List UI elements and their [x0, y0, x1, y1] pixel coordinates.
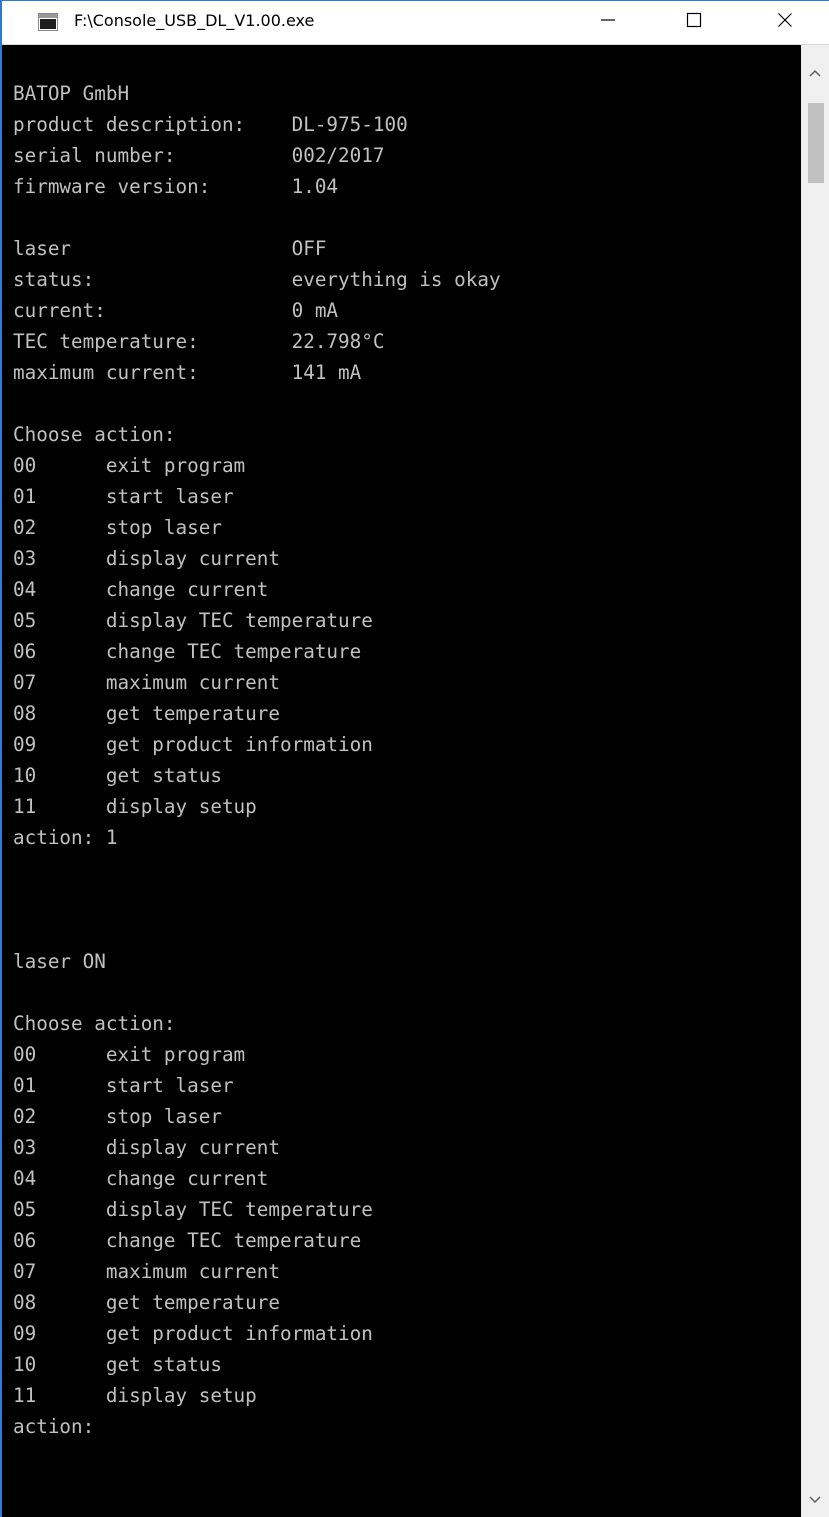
console-line: 10 get status — [13, 764, 222, 787]
console-line: BATOP GmbH — [13, 82, 130, 105]
close-button[interactable] — [750, 1, 820, 44]
console-line: 08 get temperature — [13, 1291, 280, 1314]
console-app-icon[interactable] — [38, 13, 58, 31]
console-line: 11 display setup — [13, 1384, 257, 1407]
console-line: 04 change current — [13, 1167, 269, 1190]
console-line: Choose action: — [13, 1012, 176, 1035]
console-line: 02 stop laser — [13, 516, 222, 539]
console-line: 00 exit program — [13, 1043, 246, 1066]
console-line: 05 display TEC temperature — [13, 609, 373, 632]
console-line: status: everything is okay — [13, 268, 501, 291]
console-line: 03 display current — [13, 1136, 280, 1159]
scroll-up-button[interactable] — [801, 45, 829, 101]
console-line: TEC temperature: 22.798°C — [13, 330, 385, 353]
minimize-icon — [600, 12, 616, 33]
console-text-area[interactable]: BATOP GmbH product description: DL-975-10… — [13, 78, 501, 1442]
console-line: 05 display TEC temperature — [13, 1198, 373, 1221]
scroll-up-arrow-icon — [809, 64, 821, 82]
console-line: 00 exit program — [13, 454, 246, 477]
console-line: serial number: 002/2017 — [13, 144, 385, 167]
console-line: 10 get status — [13, 1353, 222, 1376]
scrollbar-thumb[interactable] — [808, 103, 824, 183]
console-line: 11 display setup — [13, 795, 257, 818]
console-line: 01 start laser — [13, 1074, 234, 1097]
console-line: product description: DL-975-100 — [13, 113, 408, 136]
console-line: 07 maximum current — [13, 671, 280, 694]
maximize-icon — [686, 12, 702, 33]
console-line: 09 get product information — [13, 1322, 373, 1345]
vertical-scrollbar[interactable] — [801, 45, 829, 1517]
minimize-button[interactable] — [573, 1, 643, 44]
title-bar[interactable]: F:\Console_USB_DL_V1.00.exe — [2, 1, 829, 45]
close-icon — [777, 12, 793, 33]
console-line: 06 change TEC temperature — [13, 1229, 362, 1252]
console-line: 08 get temperature — [13, 702, 280, 725]
console-line: 09 get product information — [13, 733, 373, 756]
console-line: 06 change TEC temperature — [13, 640, 362, 663]
console-line: 03 display current — [13, 547, 280, 570]
scroll-down-button[interactable] — [801, 1482, 829, 1517]
window-title: F:\Console_USB_DL_V1.00.exe — [74, 11, 315, 30]
console-line: action: — [13, 1415, 95, 1438]
console-line: Choose action: — [13, 423, 176, 446]
console-line: 02 stop laser — [13, 1105, 222, 1128]
console-line: 07 maximum current — [13, 1260, 280, 1283]
maximize-button[interactable] — [659, 1, 729, 44]
console-line: maximum current: 141 mA — [13, 361, 362, 384]
scroll-down-arrow-icon — [809, 1491, 821, 1509]
console-line: firmware version: 1.04 — [13, 175, 339, 198]
console-line: current: 0 mA — [13, 299, 339, 322]
console-output[interactable]: BATOP GmbH product description: DL-975-10… — [2, 45, 801, 1517]
console-line: action: 1 — [13, 826, 118, 849]
console-line: laser OFF — [13, 237, 327, 260]
console-window: F:\Console_USB_DL_V1.00.exe BATOP GmbH p… — [0, 0, 829, 1517]
console-line: 01 start laser — [13, 485, 234, 508]
console-line: 04 change current — [13, 578, 269, 601]
console-line: laser ON — [13, 950, 106, 973]
